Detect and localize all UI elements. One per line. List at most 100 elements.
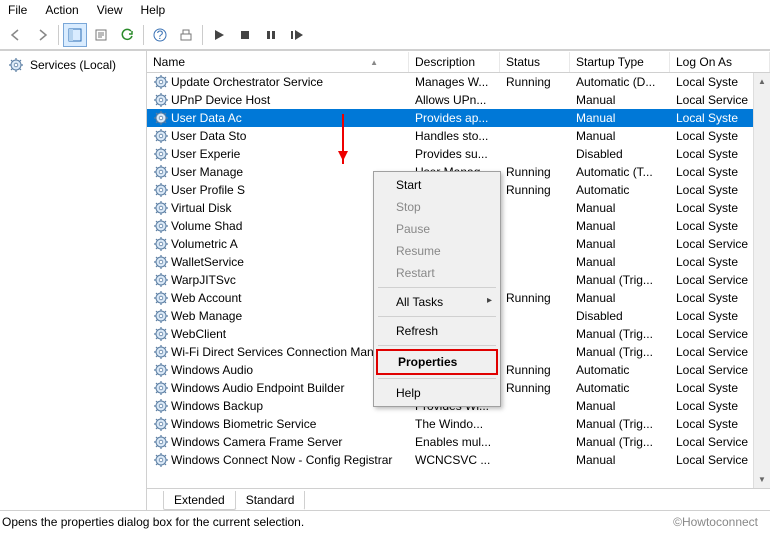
- service-status: [500, 225, 570, 227]
- toolbar: ?: [0, 20, 770, 50]
- service-startup: Manual (Trig...: [570, 416, 670, 432]
- service-status: Running: [500, 182, 570, 198]
- service-name: Windows Camera Frame Server: [171, 435, 342, 449]
- service-startup: Automatic: [570, 380, 670, 396]
- list-panel: Name Description Status Startup Type Log…: [147, 51, 770, 510]
- service-status: [500, 423, 570, 425]
- service-name: Virtual Disk: [171, 201, 231, 215]
- table-row[interactable]: Windows Camera Frame ServerEnables mul..…: [147, 433, 770, 451]
- table-row[interactable]: Windows Biometric ServiceThe Windo...Man…: [147, 415, 770, 433]
- tab-standard[interactable]: Standard: [235, 491, 306, 510]
- start-service-button[interactable]: [207, 23, 231, 47]
- service-startup: Manual: [570, 236, 670, 252]
- service-name: Update Orchestrator Service: [171, 75, 323, 89]
- column-startup[interactable]: Startup Type: [570, 52, 670, 72]
- tree-root-item[interactable]: Services (Local): [6, 55, 140, 75]
- ctx-resume: Resume: [376, 240, 498, 262]
- column-logon[interactable]: Log On As: [670, 52, 770, 72]
- annotation-arrow: [342, 114, 344, 164]
- back-button[interactable]: [4, 23, 28, 47]
- service-startup: Manual (Trig...: [570, 272, 670, 288]
- context-menu: Start Stop Pause Resume Restart All Task…: [373, 171, 501, 407]
- ctx-all-tasks[interactable]: All Tasks: [376, 291, 498, 313]
- menu-action[interactable]: Action: [45, 3, 78, 17]
- service-startup: Manual (Trig...: [570, 344, 670, 360]
- scroll-up-icon[interactable]: ▲: [754, 73, 770, 90]
- service-name: Windows Audio: [171, 363, 253, 377]
- menu-view[interactable]: View: [97, 3, 123, 17]
- pause-service-button[interactable]: [259, 23, 283, 47]
- service-startup: Manual: [570, 92, 670, 108]
- service-startup: Manual: [570, 398, 670, 414]
- service-status: [500, 243, 570, 245]
- service-name: User Data Ac: [171, 111, 242, 125]
- table-row[interactable]: User Data StoHandles sto...ManualLocal S…: [147, 127, 770, 145]
- service-status: Running: [500, 362, 570, 378]
- service-description: Provides ap...: [409, 110, 500, 126]
- service-status: [500, 207, 570, 209]
- service-status: [500, 315, 570, 317]
- vertical-scrollbar[interactable]: ▲ ▼: [753, 73, 770, 488]
- service-status: Running: [500, 164, 570, 180]
- service-startup: Manual: [570, 290, 670, 306]
- service-name: WalletService: [171, 255, 244, 269]
- service-name: Windows Audio Endpoint Builder: [171, 381, 344, 395]
- table-row[interactable]: UPnP Device HostAllows UPn...ManualLocal…: [147, 91, 770, 109]
- scroll-down-icon[interactable]: ▼: [754, 471, 770, 488]
- service-startup: Disabled: [570, 308, 670, 324]
- service-name: User Experie: [171, 147, 240, 161]
- service-name: Windows Biometric Service: [171, 417, 316, 431]
- column-description[interactable]: Description: [409, 52, 500, 72]
- service-startup: Disabled: [570, 146, 670, 162]
- statusbar: Opens the properties dialog box for the …: [0, 510, 770, 533]
- refresh-button[interactable]: [115, 23, 139, 47]
- menu-file[interactable]: File: [8, 3, 27, 17]
- ctx-refresh[interactable]: Refresh: [376, 320, 498, 342]
- column-status[interactable]: Status: [500, 52, 570, 72]
- service-startup: Automatic (D...: [570, 74, 670, 90]
- service-status: [500, 279, 570, 281]
- table-row[interactable]: User ExperieProvides su...DisabledLocal …: [147, 145, 770, 163]
- service-name: WebClient: [171, 327, 226, 341]
- ctx-help[interactable]: Help: [376, 382, 498, 404]
- menu-help[interactable]: Help: [141, 3, 166, 17]
- service-name: Volume Shad: [171, 219, 242, 233]
- ctx-pause: Pause: [376, 218, 498, 240]
- service-name: WarpJITSvc: [171, 273, 236, 287]
- view-tabs: Extended Standard: [147, 488, 770, 510]
- ctx-restart: Restart: [376, 262, 498, 284]
- service-status: [500, 135, 570, 137]
- service-startup: Manual: [570, 254, 670, 270]
- credit-text: ©Howtoconnect: [673, 515, 768, 529]
- menubar: File Action View Help: [0, 0, 770, 20]
- service-status: [500, 405, 570, 407]
- ctx-start[interactable]: Start: [376, 174, 498, 196]
- restart-service-button[interactable]: [285, 23, 309, 47]
- service-status: Running: [500, 74, 570, 90]
- service-status: [500, 99, 570, 101]
- service-name: User Profile S: [171, 183, 245, 197]
- service-description: Provides su...: [409, 146, 500, 162]
- stop-service-button[interactable]: [233, 23, 257, 47]
- service-startup: Manual (Trig...: [570, 326, 670, 342]
- ctx-properties[interactable]: Properties: [376, 349, 498, 375]
- column-name[interactable]: Name: [147, 52, 409, 72]
- export-button[interactable]: [89, 23, 113, 47]
- table-row[interactable]: Update Orchestrator Service Manages W...R…: [147, 73, 770, 91]
- service-status: [500, 117, 570, 119]
- service-description: Allows UPn...: [409, 92, 500, 108]
- statusbar-text: Opens the properties dialog box for the …: [2, 515, 304, 529]
- forward-button[interactable]: [30, 23, 54, 47]
- service-name: Web Manage: [171, 309, 242, 323]
- help-button[interactable]: ?: [148, 23, 172, 47]
- service-description: Manages W...: [409, 74, 500, 90]
- service-startup: Manual: [570, 200, 670, 216]
- service-name: Volumetric A: [171, 237, 238, 251]
- properties-button[interactable]: [174, 23, 198, 47]
- table-row[interactable]: User Data AcProvides ap...ManualLocal Sy…: [147, 109, 770, 127]
- tab-extended[interactable]: Extended: [163, 491, 236, 510]
- show-tree-button[interactable]: [63, 23, 87, 47]
- table-row[interactable]: Windows Connect Now - Config RegistrarWC…: [147, 451, 770, 469]
- service-name: User Manage: [171, 165, 243, 179]
- service-startup: Automatic: [570, 362, 670, 378]
